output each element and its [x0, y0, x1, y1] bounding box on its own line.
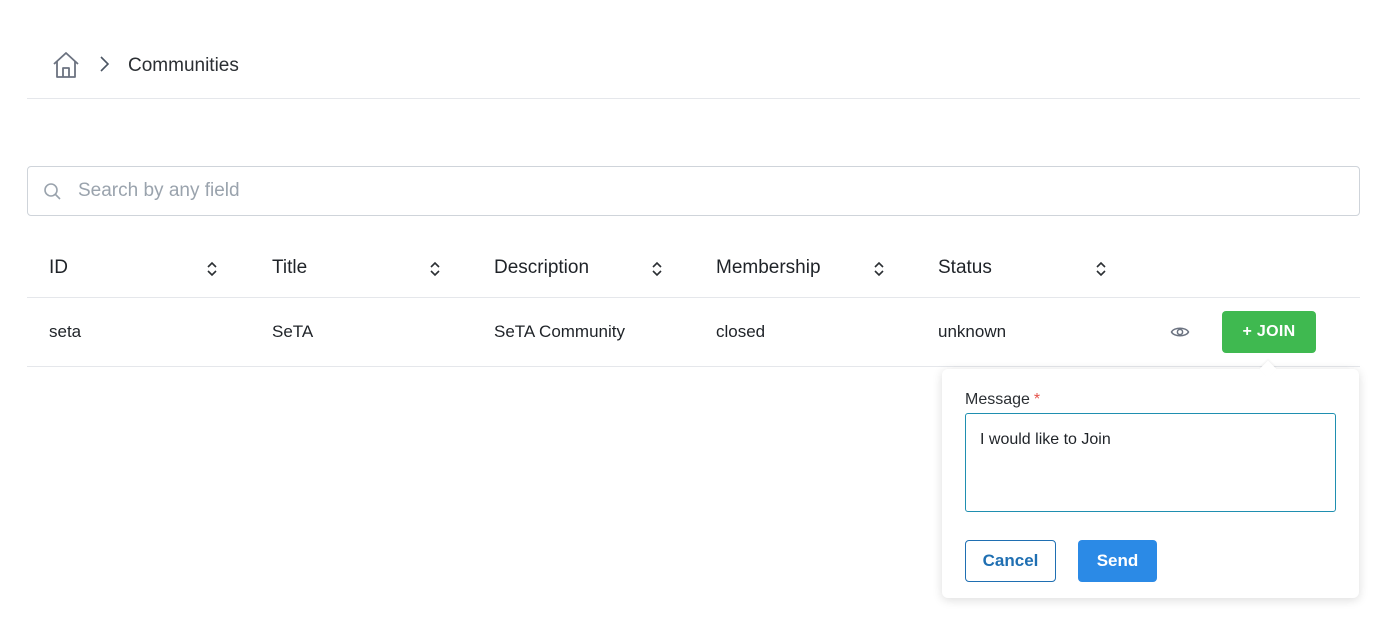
search-input[interactable]: [78, 175, 1338, 207]
search-bar: [27, 166, 1360, 216]
sort-icon[interactable]: [650, 259, 664, 279]
cell-description: SeTA Community: [494, 322, 626, 341]
send-button[interactable]: Send: [1078, 540, 1157, 582]
join-button[interactable]: + JOIN: [1222, 311, 1316, 353]
required-mark: *: [1033, 391, 1041, 408]
cell-status: unknown: [938, 322, 1007, 341]
communities-table: ID Title Description Membership Status s…: [27, 242, 1360, 367]
eye-icon[interactable]: [1170, 322, 1190, 342]
table-row: seta SeTA SeTA Community closed unknown …: [27, 298, 1360, 367]
search-icon: [44, 183, 61, 200]
table-header: ID Title Description Membership Status: [27, 242, 1360, 298]
cell-id: seta: [49, 322, 82, 341]
column-label: Membership: [716, 257, 821, 278]
column-header-membership[interactable]: Membership: [716, 257, 916, 283]
sort-icon[interactable]: [1094, 259, 1108, 279]
message-label: Message *: [965, 391, 1040, 409]
column-header-id[interactable]: ID: [49, 257, 249, 283]
chevron-right-icon: [100, 56, 110, 72]
column-header-status[interactable]: Status: [938, 257, 1138, 283]
breadcrumb: Communities: [27, 40, 1360, 99]
cell-title: SeTA: [272, 322, 314, 341]
column-label: Description: [494, 257, 590, 278]
home-icon[interactable]: [51, 50, 81, 80]
message-textarea[interactable]: I would like to Join: [965, 413, 1336, 512]
column-label: ID: [49, 257, 68, 278]
column-header-description[interactable]: Description: [494, 257, 694, 283]
message-label-text: Message: [965, 391, 1030, 408]
breadcrumb-current: Communities: [128, 55, 239, 76]
column-label: Status: [938, 257, 992, 278]
column-label: Title: [272, 257, 308, 278]
sort-icon[interactable]: [428, 259, 442, 279]
column-header-title[interactable]: Title: [272, 257, 472, 283]
cell-membership: closed: [716, 322, 766, 341]
join-popover: Message * I would like to Join Cancel Sen…: [942, 360, 1359, 598]
sort-icon[interactable]: [872, 259, 886, 279]
sort-icon[interactable]: [205, 259, 219, 279]
cancel-button[interactable]: Cancel: [965, 540, 1056, 582]
